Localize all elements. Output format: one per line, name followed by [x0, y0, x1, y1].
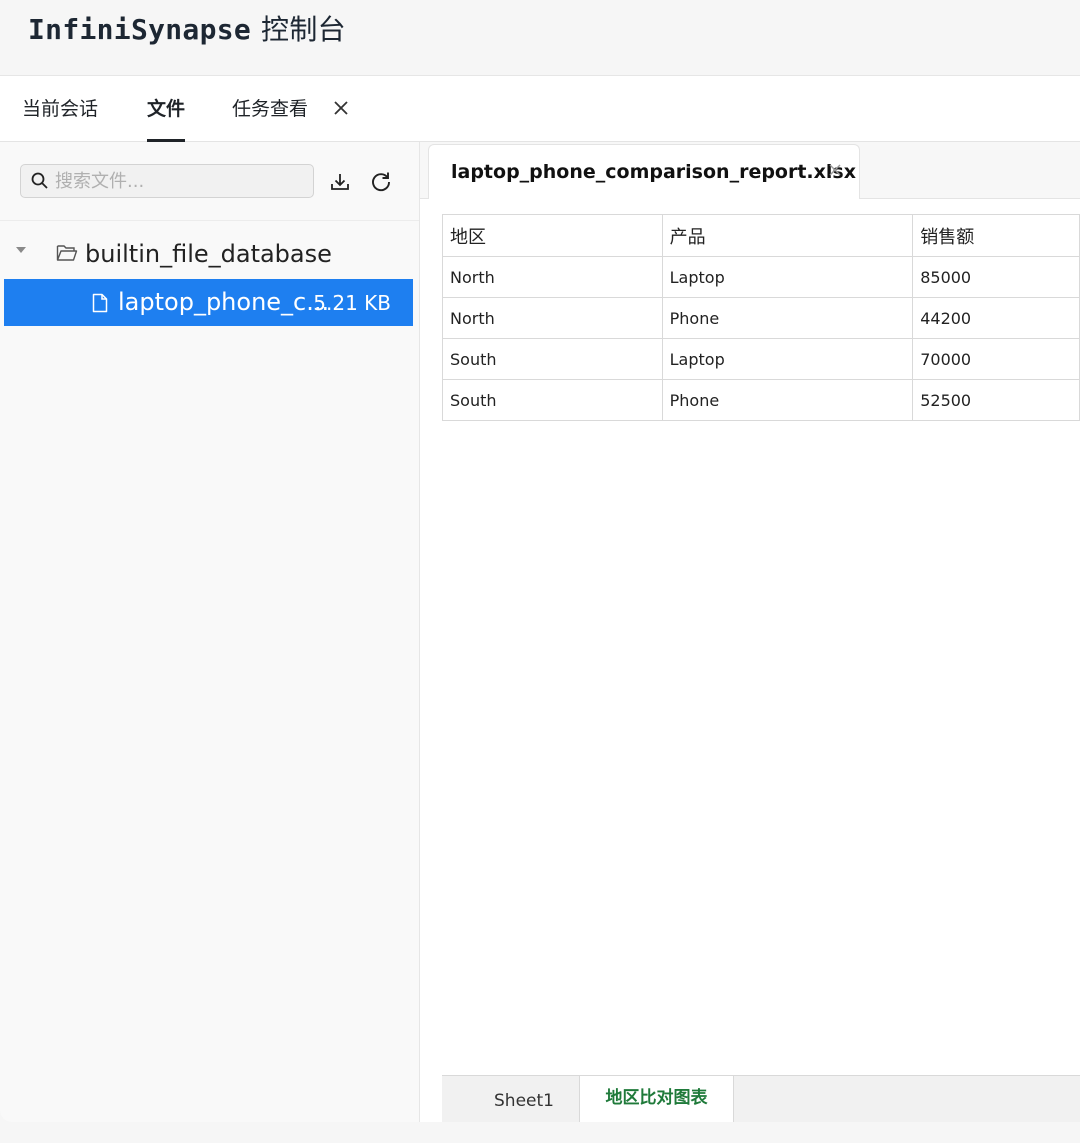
caret-down-icon[interactable]	[16, 247, 26, 253]
app-title: InfiniSynapse 控制台	[28, 12, 346, 48]
table-row: North Phone 44200	[442, 297, 1080, 339]
file-item-laptop-phone[interactable]: laptop_phone_c... 5.21 KB	[4, 279, 413, 326]
file-viewer: laptop_phone_comparison_report.xlsx 地区 产…	[420, 142, 1080, 1122]
table-row: North Laptop 85000	[442, 256, 1080, 298]
table-cell[interactable]: Phone	[661, 379, 914, 421]
table-cell[interactable]: 85000	[912, 256, 1080, 298]
file-name: laptop_phone_c...	[118, 288, 330, 316]
file-icon	[92, 293, 108, 313]
folder-builtin-file-database[interactable]: builtin_file_database	[0, 230, 419, 278]
file-size: 5.21 KB	[313, 291, 391, 315]
document-tab-bar: laptop_phone_comparison_report.xlsx	[420, 142, 1080, 199]
table-cell[interactable]: 44200	[912, 297, 1080, 339]
table-cell[interactable]: South	[442, 379, 663, 421]
table-cell[interactable]: 52500	[912, 379, 1080, 421]
app-name-suffix: 控制台	[261, 13, 346, 46]
column-header-sales[interactable]: 销售额	[912, 214, 1080, 257]
table-cell[interactable]: 70000	[912, 338, 1080, 380]
close-icon[interactable]	[826, 159, 844, 183]
search-box[interactable]	[20, 164, 314, 198]
table-cell[interactable]: North	[442, 297, 663, 339]
sidebar-divider	[0, 220, 419, 221]
close-icon[interactable]	[331, 98, 351, 120]
table-cell[interactable]: South	[442, 338, 663, 380]
table-row: South Phone 52500	[442, 379, 1080, 421]
title-bar: InfiniSynapse 控制台	[0, 0, 1080, 76]
document-tab[interactable]: laptop_phone_comparison_report.xlsx	[428, 144, 860, 199]
spreadsheet-table: 地区 产品 销售额 North Laptop 85000 North Phone…	[442, 214, 1080, 421]
table-header-row: 地区 产品 销售额	[442, 214, 1080, 257]
column-header-product[interactable]: 产品	[661, 214, 914, 257]
document-tab-label: laptop_phone_comparison_report.xlsx	[451, 161, 856, 183]
folder-label: builtin_file_database	[85, 240, 332, 268]
app-window: InfiniSynapse控制台 当前会话 文件 任务查看 b	[0, 0, 1080, 1143]
sheet-tab-sheet1[interactable]: Sheet1	[454, 1076, 594, 1122]
tab-bar: 当前会话 文件 任务查看	[0, 76, 1080, 142]
sheet-tab-region-chart[interactable]: 地区比对图表	[579, 1076, 734, 1122]
search-icon	[30, 171, 50, 191]
search-input[interactable]	[55, 167, 305, 195]
sheet-tab-bar: Sheet1 地区比对图表	[442, 1075, 1080, 1122]
download-icon[interactable]	[326, 168, 354, 196]
folder-open-icon	[56, 244, 78, 262]
bottom-strip	[0, 1122, 1080, 1143]
tab-current-session[interactable]: 当前会话	[22, 76, 98, 141]
column-header-region[interactable]: 地区	[442, 214, 663, 257]
table-cell[interactable]: Laptop	[661, 256, 914, 298]
table-cell[interactable]: North	[442, 256, 663, 298]
table-cell[interactable]: Laptop	[661, 338, 914, 380]
app-name: InfiniSynapse	[28, 13, 252, 46]
table-row: South Laptop 70000	[442, 338, 1080, 380]
tab-files[interactable]: 文件	[147, 76, 186, 142]
table-cell[interactable]: Phone	[661, 297, 914, 339]
tab-task-view[interactable]: 任务查看	[232, 76, 308, 141]
refresh-icon[interactable]	[367, 168, 395, 196]
